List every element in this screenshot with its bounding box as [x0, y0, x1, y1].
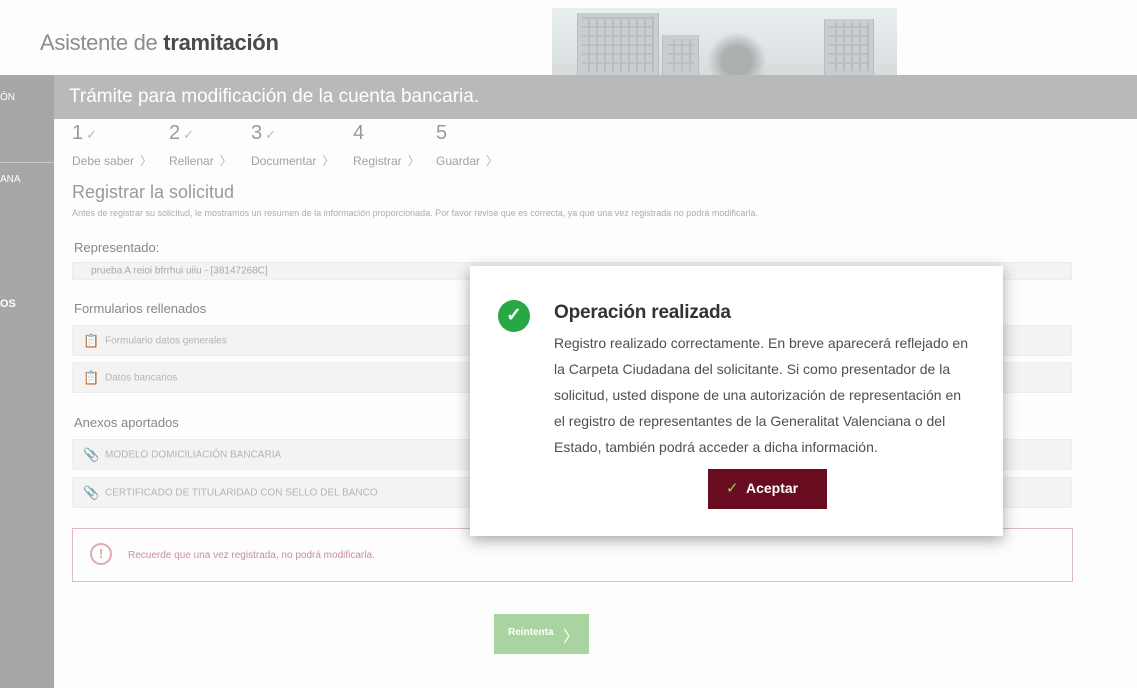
- success-dialog: ✓ Operación realizada Registro realizado…: [470, 266, 1003, 536]
- dialog-title: Operación realizada: [554, 302, 731, 323]
- dialog-message: Registro realizado correctamente. En bre…: [554, 335, 969, 455]
- accept-label: Aceptar: [746, 480, 799, 496]
- check-circle-icon: ✓: [498, 300, 530, 332]
- accept-button[interactable]: ✓ Aceptar: [708, 469, 827, 509]
- check-icon: ✓: [726, 480, 739, 497]
